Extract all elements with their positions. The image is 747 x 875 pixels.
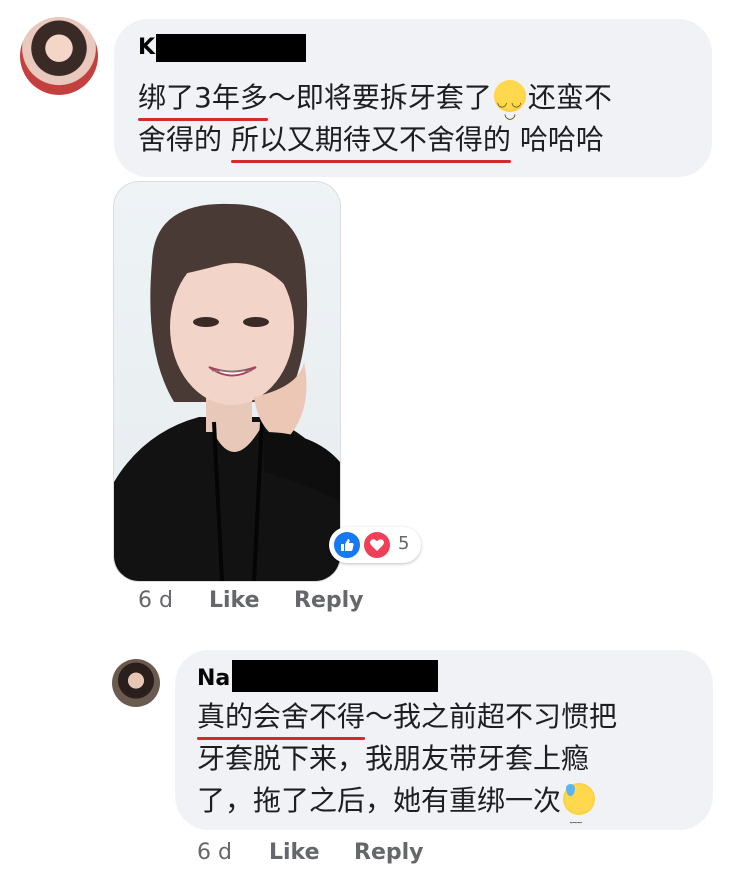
- selfie-photo: [114, 203, 340, 581]
- reply-author-name[interactable]: Na: [197, 666, 230, 691]
- reaction-count: 5: [398, 533, 410, 554]
- underlined-text: 所以又期待又不舍得的: [230, 119, 511, 163]
- comment-text-segment: 舍得的: [138, 123, 231, 156]
- sweat-face-emoji-icon: [563, 783, 596, 839]
- reply-text: 真的会舍不得～我之前超不习惯把 牙套脱下来，我朋友带牙套上瘾 了，拖了之后，她有…: [197, 696, 697, 839]
- like-reaction-icon: [332, 530, 362, 560]
- underlined-text: 真的会舍不得: [197, 696, 366, 740]
- love-reaction-icon: [362, 530, 392, 560]
- reply-text-segment: ～我之前超不习惯把: [365, 700, 618, 733]
- smiling-face-emoji-icon: [493, 80, 526, 135]
- comment-bubble: K 绑了3年多～即将要拆牙套了 还蛮不 舍得的 所以又期待又不舍得的 哈哈哈: [114, 19, 712, 177]
- commenter-avatar[interactable]: [20, 17, 98, 95]
- reply-text-segment: 牙套脱下来，我朋友带牙套上瘾: [197, 742, 590, 775]
- redaction-bar: [156, 34, 306, 62]
- like-button[interactable]: Like: [209, 588, 260, 613]
- comment-text-segment: ～即将要拆牙套了: [267, 81, 492, 114]
- reply-text-segment: 了，拖了之后，她有重绑一次: [197, 784, 562, 817]
- reply-button[interactable]: Reply: [354, 840, 424, 865]
- comment-author-name[interactable]: K: [138, 35, 155, 60]
- reply-button[interactable]: Reply: [294, 588, 364, 613]
- reply-timestamp[interactable]: 6 d: [197, 840, 232, 865]
- comment-text-segment: 哈哈哈: [510, 123, 604, 156]
- underlined-text: 绑了3年多: [138, 77, 268, 121]
- reaction-summary[interactable]: 5: [329, 527, 421, 563]
- redaction-bar: [232, 660, 438, 692]
- like-button[interactable]: Like: [269, 840, 320, 865]
- replier-avatar[interactable]: [112, 659, 160, 707]
- reply-bubble: Na 真的会舍不得～我之前超不习惯把 牙套脱下来，我朋友带牙套上瘾 了，拖了之后…: [175, 650, 713, 839]
- comment-text: 绑了3年多～即将要拆牙套了 还蛮不 舍得的 所以又期待又不舍得的 哈哈哈: [138, 77, 698, 163]
- comment-text-segment: 还蛮不: [527, 81, 612, 114]
- comment-timestamp[interactable]: 6 d: [138, 588, 173, 613]
- comment-photo-attachment[interactable]: [113, 181, 341, 582]
